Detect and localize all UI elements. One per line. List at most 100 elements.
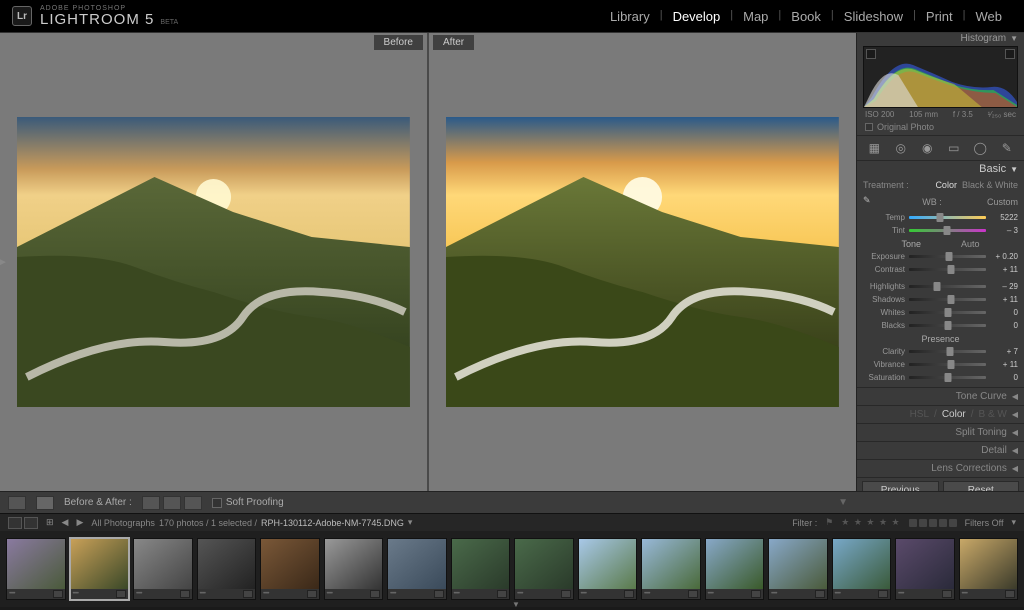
presence-label: Presence	[921, 334, 959, 344]
original-photo-checkbox[interactable]	[865, 123, 873, 131]
filmstrip-toggle-icon[interactable]: ▼	[512, 600, 520, 609]
toolbar-chevron-icon[interactable]: ▼	[838, 497, 848, 508]
exposure-slider[interactable]: Exposure+ 0.20	[863, 250, 1018, 263]
meta-focal: 105 mm	[909, 110, 938, 119]
detail-title: Detail	[981, 445, 1007, 456]
radial-tool-icon[interactable]: ◯	[970, 139, 990, 157]
module-print[interactable]: Print	[916, 9, 963, 24]
triangle-down-icon: ▼	[1010, 165, 1018, 174]
wb-dropdown[interactable]: Custom	[987, 197, 1018, 207]
clarity-slider[interactable]: Clarity+ 7	[863, 345, 1018, 358]
soft-proof-checkbox[interactable]	[212, 498, 222, 508]
after-pane[interactable]: After	[427, 33, 856, 491]
exposure-label: Exposure	[863, 252, 905, 261]
filmstrip-thumb[interactable]: •••••	[768, 538, 828, 600]
ba-swap-button[interactable]	[184, 496, 202, 510]
highlight-clip-icon[interactable]	[1005, 49, 1015, 59]
triangle-left-icon: ◀	[1012, 410, 1018, 419]
module-slideshow[interactable]: Slideshow	[834, 9, 913, 24]
histogram-panel-header[interactable]: Histogram▼	[857, 33, 1024, 44]
contrast-value: + 11	[990, 265, 1018, 274]
saturation-slider[interactable]: Saturation0	[863, 371, 1018, 384]
treatment-color[interactable]: Color	[935, 180, 957, 190]
filter-lock-icon[interactable]: ▾	[1011, 517, 1016, 528]
eyedropper-icon[interactable]: ✎	[863, 195, 877, 209]
hsl-title: HSL	[910, 409, 929, 420]
shadow-clip-icon[interactable]	[866, 49, 876, 59]
filmstrip-thumb[interactable]: •••••	[959, 538, 1019, 600]
filmstrip-thumb[interactable]: •••••	[832, 538, 892, 600]
flag-filter-icon[interactable]: ⚑	[825, 517, 833, 528]
spot-tool-icon[interactable]: ◎	[891, 139, 911, 157]
color-filter[interactable]	[909, 519, 957, 527]
filmstrip-thumb[interactable]: •••••	[895, 538, 955, 600]
histogram[interactable]	[863, 46, 1018, 108]
highlights-value: – 29	[990, 282, 1018, 291]
second-window-button[interactable]	[24, 517, 38, 529]
vibrance-slider[interactable]: Vibrance+ 11	[863, 358, 1018, 371]
highlights-slider[interactable]: Highlights– 29	[863, 280, 1018, 293]
filmstrip-thumb[interactable]: •••••	[197, 538, 257, 600]
ba-layout-2-button[interactable]	[163, 496, 181, 510]
triangle-left-icon: ◀	[1012, 464, 1018, 473]
crop-tool-icon[interactable]: ▦	[864, 139, 884, 157]
brush-tool-icon[interactable]: ✎	[997, 139, 1017, 157]
lens-title: Lens Corrections	[931, 463, 1007, 474]
temp-slider[interactable]: Temp5222	[863, 211, 1018, 224]
filmstrip-thumb[interactable]: •••••	[578, 538, 638, 600]
filmstrip-thumb[interactable]: •••••	[514, 538, 574, 600]
filter-label: Filter :	[792, 518, 817, 528]
filmstrip-thumb[interactable]: •••••	[133, 538, 193, 600]
main-window-button[interactable]	[8, 517, 22, 529]
source-label[interactable]: All Photographs	[91, 518, 155, 528]
previous-button[interactable]: Previous	[862, 481, 939, 491]
blacks-slider[interactable]: Blacks0	[863, 319, 1018, 332]
split-toning-panel-header[interactable]: Split Toning◀	[857, 424, 1024, 442]
ba-layout-1-button[interactable]	[142, 496, 160, 510]
before-pane[interactable]: Before	[0, 33, 427, 491]
module-map[interactable]: Map	[733, 9, 778, 24]
module-book[interactable]: Book	[781, 9, 831, 24]
filmstrip[interactable]: ••••••••••••••••••••••••••••••••••••••••…	[0, 531, 1024, 607]
hsl-panel-header[interactable]: HSL/Color/B & W◀	[857, 406, 1024, 424]
shadows-slider[interactable]: Shadows+ 11	[863, 293, 1018, 306]
chevron-down-icon[interactable]: ▾	[408, 517, 413, 528]
redeye-tool-icon[interactable]: ◉	[917, 139, 937, 157]
filmstrip-thumb[interactable]: •••••	[260, 538, 320, 600]
grid-icon[interactable]: ⊞	[46, 517, 54, 528]
tint-slider[interactable]: Tint– 3	[863, 224, 1018, 237]
lens-panel-header[interactable]: Lens Corrections ◀	[857, 460, 1024, 478]
wb-label: WB :	[883, 197, 981, 207]
filmstrip-thumb[interactable]: •••••	[705, 538, 765, 600]
meta-aperture: f / 3.5	[953, 110, 973, 119]
basic-panel-header[interactable]: Basic▼	[857, 161, 1024, 177]
back-icon[interactable]: ◀	[62, 517, 69, 528]
reset-button[interactable]: Reset	[943, 481, 1020, 491]
filter-preset-dropdown[interactable]: Filters Off	[965, 518, 1004, 528]
forward-icon[interactable]: ▶	[76, 517, 83, 528]
whites-slider[interactable]: Whites0	[863, 306, 1018, 319]
triangle-left-icon: ◀	[1012, 428, 1018, 437]
filmstrip-thumb[interactable]: •••••	[6, 538, 66, 600]
contrast-slider[interactable]: Contrast+ 11	[863, 263, 1018, 276]
compare-view-button[interactable]	[36, 496, 54, 510]
filmstrip-thumb[interactable]: •••••	[324, 538, 384, 600]
treatment-label: Treatment :	[863, 180, 909, 190]
module-develop[interactable]: Develop	[663, 9, 731, 24]
auto-tone-button[interactable]: Auto	[961, 239, 980, 249]
tone-curve-panel-header[interactable]: Tone Curve◀	[857, 388, 1024, 406]
filmstrip-thumb[interactable]: •••••	[641, 538, 701, 600]
gradient-tool-icon[interactable]: ▭	[944, 139, 964, 157]
tint-label: Tint	[863, 226, 905, 235]
filmstrip-thumb[interactable]: •••••	[451, 538, 511, 600]
module-library[interactable]: Library	[600, 9, 660, 24]
loupe-view-button[interactable]	[8, 496, 26, 510]
detail-panel-header[interactable]: Detail◀	[857, 442, 1024, 460]
filmstrip-thumb[interactable]: •••••	[387, 538, 447, 600]
module-web[interactable]: Web	[966, 9, 1013, 24]
treatment-bw[interactable]: Black & White	[962, 180, 1018, 190]
filmstrip-thumb[interactable]: •••••	[70, 538, 130, 600]
original-photo-row[interactable]: Original Photo	[857, 121, 1024, 136]
preview-area: ▶ Before After	[0, 33, 856, 491]
rating-filter[interactable]: ★ ★ ★ ★ ★	[841, 517, 900, 528]
